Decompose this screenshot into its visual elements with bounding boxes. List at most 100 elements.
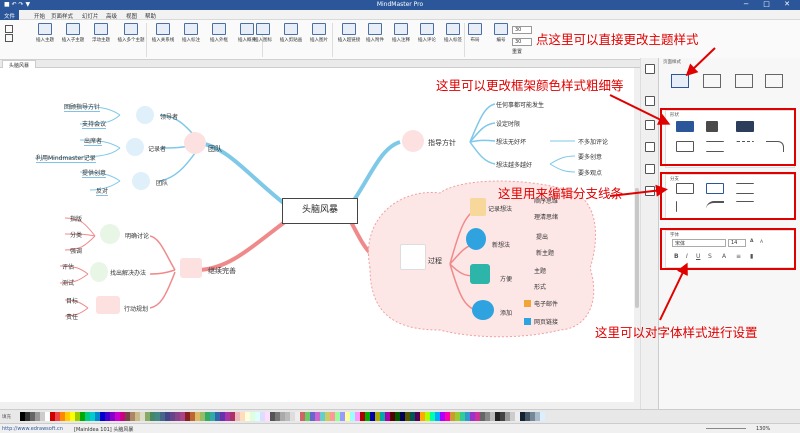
branch-line-button[interactable]	[736, 201, 754, 212]
insert-relation-button[interactable]: 插入关系线	[148, 23, 178, 43]
team-item-1[interactable]: 提供创意	[82, 168, 107, 178]
highlight-icon[interactable]: ▮	[750, 253, 753, 260]
menu-slides[interactable]: 幻灯片	[82, 12, 99, 20]
discuss-item-3[interactable]: 强调	[70, 246, 82, 255]
new-item-1[interactable]: 提出	[536, 232, 548, 241]
floating-topic-button[interactable]: 浮动主题	[86, 23, 116, 43]
menu-view[interactable]: 视图	[126, 12, 137, 20]
topic-convenient[interactable]: 方便	[500, 274, 512, 283]
insert-callout-button[interactable]: 插入标注	[176, 23, 206, 43]
insert-multiple-topics-button[interactable]: 插入多个主题	[114, 23, 148, 43]
leader-item-2[interactable]: 支持会议	[82, 119, 107, 129]
plan-item-2[interactable]: 责任	[66, 312, 78, 321]
topic-leader[interactable]: 领导者	[160, 112, 178, 121]
calendar-icon[interactable]	[645, 164, 655, 174]
document-tab[interactable]: 头脑风暴	[2, 60, 37, 69]
topic-process[interactable]: 过程	[428, 256, 442, 266]
reset-button[interactable]: 重置	[512, 48, 522, 55]
bold-icon[interactable]: B	[674, 253, 679, 260]
font-name-select[interactable]: 宋体	[672, 239, 726, 247]
clipboard-icon[interactable]	[4, 24, 24, 54]
theme-style-3[interactable]	[735, 74, 753, 88]
shape-rounded-button[interactable]	[736, 121, 754, 132]
spacing-spinbox[interactable]: 30	[512, 26, 532, 34]
branch-weight-button[interactable]	[736, 183, 754, 194]
add-item-2[interactable]: 网页链接	[534, 317, 558, 326]
insert-topic-button[interactable]: 插入主题	[30, 23, 60, 43]
topic-solve[interactable]: 找出解决办法	[110, 268, 146, 277]
outline-icon[interactable]	[645, 120, 655, 130]
guide-item-1[interactable]: 任何事都可能发生	[496, 100, 544, 109]
italic-icon[interactable]: I	[686, 253, 688, 260]
topic-improve[interactable]: 继续完善	[208, 266, 236, 276]
convenient-item-1[interactable]: 主题	[534, 266, 546, 275]
discuss-item-2[interactable]: 分类	[70, 230, 82, 239]
insert-picture-button[interactable]: 插入图片	[304, 23, 334, 43]
topic-new[interactable]: 新想法	[492, 240, 510, 249]
team-item-2[interactable]: 反对	[96, 186, 109, 196]
leader-item-1[interactable]: 回顾指导方针	[64, 102, 101, 112]
solve-item-2[interactable]: 测试	[62, 278, 74, 287]
theme-style-2[interactable]	[703, 74, 721, 88]
insert-icon-button[interactable]: 插入图标	[248, 23, 278, 43]
line-dash-button[interactable]	[736, 141, 754, 152]
menu-home[interactable]: 开始	[34, 12, 45, 20]
insert-clipart-button[interactable]: 插入剪贴画	[276, 23, 306, 43]
guide-sub-1[interactable]: 不多加评论	[578, 137, 608, 146]
add-item-1[interactable]: 电子邮件	[534, 299, 558, 308]
format-icon[interactable]	[645, 96, 655, 106]
menu-help[interactable]: 帮助	[145, 12, 156, 20]
font-size-select[interactable]: 14	[728, 239, 746, 247]
insert-boundary-button[interactable]: 插入外框	[204, 23, 234, 43]
font-color-icon[interactable]: A	[722, 253, 726, 260]
record-item-2[interactable]: 理清思绪	[534, 212, 558, 221]
task-icon[interactable]	[645, 186, 655, 196]
horizontal-scrollbar[interactable]	[0, 402, 634, 409]
solve-item-1[interactable]: 评估	[62, 262, 74, 271]
topic-record[interactable]: 记录想法	[488, 204, 512, 213]
guide-item-3[interactable]: 想法无好坏	[496, 137, 526, 146]
grow-font-icon[interactable]: A	[750, 239, 753, 244]
recorder-item-1[interactable]: 出席者	[84, 136, 103, 146]
window-controls[interactable]: − □ ✕	[743, 0, 796, 8]
shape-diamond-button[interactable]	[706, 121, 718, 132]
branch-curve-button[interactable]	[706, 201, 724, 212]
topic-team-sub[interactable]: 团队	[156, 178, 168, 187]
topic-team[interactable]: 团队	[208, 144, 222, 154]
mindmap-canvas[interactable]: 头脑风暴 团队 领导者 回顾指导方针 支持会议 记录者 出席者 利用Mindma…	[0, 68, 634, 409]
guide-item-2[interactable]: 设定时限	[496, 119, 520, 128]
guide-item-4[interactable]: 想法越多越好	[496, 160, 532, 169]
plan-item-1[interactable]: 目标	[66, 296, 78, 305]
line-weight-button[interactable]	[706, 141, 724, 152]
topic-guide[interactable]: 指导方针	[428, 138, 456, 148]
fill-color-button[interactable]	[676, 121, 694, 132]
menu-advanced[interactable]: 高级	[106, 12, 117, 20]
guide-sub-2[interactable]: 要多创意	[578, 152, 602, 161]
shrink-font-icon[interactable]: A	[760, 240, 763, 245]
page-style-icon[interactable]	[645, 64, 655, 74]
topic-discuss[interactable]: 明确讨论	[125, 231, 149, 240]
new-item-2[interactable]: 新主题	[536, 248, 554, 257]
menu-page-style[interactable]: 页面样式	[51, 12, 73, 20]
branch-color-button[interactable]	[706, 183, 724, 194]
theme-style-button[interactable]	[671, 74, 689, 88]
underline-icon[interactable]: U	[696, 253, 700, 260]
spacing-spinbox-2[interactable]: 30	[512, 38, 532, 46]
status-url[interactable]: http://www.edrawsoft.cn	[2, 426, 63, 432]
align-icon[interactable]: ≡	[736, 253, 741, 260]
branch-connector-button[interactable]	[676, 201, 694, 212]
guide-sub-3[interactable]: 要多观点	[578, 168, 602, 177]
zoom-slider[interactable]	[706, 428, 746, 429]
discuss-item-1[interactable]: 指版	[70, 214, 82, 223]
root-topic[interactable]: 头脑风暴	[282, 198, 358, 224]
theme-style-4[interactable]	[765, 74, 783, 88]
topic-add[interactable]: 添加	[500, 308, 512, 317]
line-color-button[interactable]	[676, 141, 694, 152]
branch-fill-button[interactable]	[676, 183, 694, 194]
corner-style-button[interactable]	[766, 141, 784, 152]
topic-plan[interactable]: 行动规划	[124, 304, 148, 313]
convenient-item-2[interactable]: 形式	[534, 282, 546, 291]
image-icon[interactable]	[645, 142, 655, 152]
insert-subtopic-button[interactable]: 插入子主题	[58, 23, 88, 43]
menu-file[interactable]: 文件	[0, 10, 20, 20]
